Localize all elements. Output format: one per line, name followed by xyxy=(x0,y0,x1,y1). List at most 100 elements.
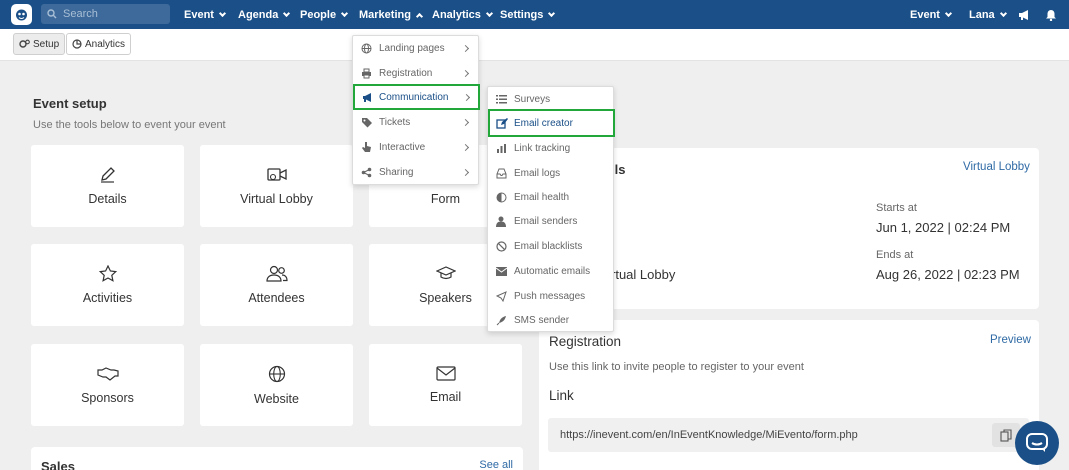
tab-setup[interactable]: Setup xyxy=(13,33,66,55)
tile-website[interactable]: Website xyxy=(200,344,353,426)
nav-marketing[interactable]: Marketing xyxy=(359,0,424,29)
tile-attendees[interactable]: Attendees xyxy=(200,244,353,326)
registration-link-field[interactable]: https://inevent.com/en/InEventKnowledge/… xyxy=(548,418,1029,452)
registration-card: Registration Preview Use this link to in… xyxy=(539,320,1039,470)
menu-item-registration[interactable]: Registration xyxy=(353,61,478,85)
user-icon xyxy=(496,216,506,227)
pie-chart-icon xyxy=(72,39,82,49)
printer-icon xyxy=(362,68,371,78)
ban-icon xyxy=(496,240,507,252)
event-details-card: ils Virtual Lobby Starts at Jun 1, 2022 … xyxy=(539,148,1039,309)
registration-description: Use this link to invite people to regist… xyxy=(549,361,804,373)
tile-activities[interactable]: Activities xyxy=(31,244,184,326)
registration-title: Registration xyxy=(549,334,622,349)
chevron-down-icon xyxy=(341,9,349,17)
envelope-icon xyxy=(435,366,456,381)
virtual-lobby-link[interactable]: Virtual Lobby xyxy=(963,161,1030,173)
paper-plane-icon xyxy=(496,290,507,302)
chevron-right-icon xyxy=(461,118,470,126)
marketing-dropdown: Landing pages Registration Communication… xyxy=(352,35,480,185)
tile-email[interactable]: Email xyxy=(369,344,522,426)
chevron-down-icon xyxy=(283,9,291,17)
chevron-right-icon xyxy=(461,44,470,52)
menu-item-communication[interactable]: Communication xyxy=(353,84,480,110)
menu-item-link-tracking[interactable]: Link tracking xyxy=(488,136,613,160)
tag-icon xyxy=(362,117,372,127)
chat-bubble-icon xyxy=(1026,433,1048,452)
globe-icon xyxy=(361,43,372,53)
chevron-down-icon xyxy=(218,9,227,17)
megaphone-icon xyxy=(363,92,371,102)
chat-launcher-button[interactable] xyxy=(1015,421,1059,465)
top-navbar: Search Event Agenda People Marketing Ana… xyxy=(0,0,1069,29)
star-icon xyxy=(98,265,117,282)
preview-link[interactable]: Preview xyxy=(990,334,1031,346)
ends-value: Aug 26, 2022 | 02:23 PM xyxy=(876,267,1020,282)
video-icon xyxy=(266,168,287,181)
registration-link-url: https://inevent.com/en/InEventKnowledge/… xyxy=(560,429,858,441)
menu-item-email-logs[interactable]: Email logs xyxy=(488,161,613,185)
user-menu[interactable]: Lana xyxy=(969,0,1007,29)
announcement-button[interactable] xyxy=(1018,0,1031,29)
starts-label: Starts at xyxy=(876,202,917,214)
menu-item-landing-pages[interactable]: Landing pages xyxy=(353,36,478,60)
menu-item-email-blacklists[interactable]: Email blacklists xyxy=(488,234,613,258)
menu-item-sharing[interactable]: Sharing xyxy=(353,160,478,184)
bell-icon xyxy=(1046,9,1056,21)
tile-sponsors[interactable]: Sponsors xyxy=(31,344,184,426)
ends-label: Ends at xyxy=(876,249,914,261)
search-icon xyxy=(47,9,57,19)
menu-item-interactive[interactable]: Interactive xyxy=(353,135,478,159)
menu-item-tickets[interactable]: Tickets xyxy=(353,110,478,134)
globe-icon xyxy=(268,365,285,382)
rocket-icon xyxy=(496,315,506,325)
tab-analytics[interactable]: Analytics xyxy=(66,33,132,55)
pencil-icon xyxy=(101,167,115,183)
graduation-cap-icon xyxy=(435,266,456,280)
starts-value: Jun 1, 2022 | 02:24 PM xyxy=(876,220,1011,235)
tile-virtual-lobby[interactable]: Virtual Lobby xyxy=(200,145,353,227)
nav-settings[interactable]: Settings xyxy=(500,0,556,29)
menu-item-email-health[interactable]: Email health xyxy=(488,185,613,209)
envelope-icon xyxy=(496,266,507,276)
app-logo[interactable] xyxy=(11,4,32,25)
nav-people[interactable]: People xyxy=(300,0,349,29)
page-subtitle: Use the tools below to event your event xyxy=(33,119,226,131)
see-all-link[interactable]: See all xyxy=(479,459,513,470)
inbox-icon xyxy=(496,168,507,178)
menu-item-email-creator[interactable]: Email creator xyxy=(488,109,615,137)
nav-agenda[interactable]: Agenda xyxy=(238,0,291,29)
handshake-icon xyxy=(96,367,119,381)
chevron-right-icon xyxy=(461,69,470,77)
chevron-up-icon xyxy=(415,12,424,20)
nav-analytics[interactable]: Analytics xyxy=(432,0,493,29)
nav-event[interactable]: Event xyxy=(184,0,227,29)
bar-chart-icon xyxy=(497,143,506,153)
menu-item-sms-sender[interactable]: SMS sender xyxy=(488,308,613,332)
menu-item-email-senders[interactable]: Email senders xyxy=(488,209,613,233)
menu-item-surveys[interactable]: Surveys xyxy=(488,87,613,111)
tile-details[interactable]: Details xyxy=(31,145,184,227)
menu-item-automatic-emails[interactable]: Automatic emails xyxy=(488,259,613,283)
megaphone-icon xyxy=(1019,9,1028,20)
sub-toolbar: Setup Analytics xyxy=(0,29,1069,61)
chevron-right-icon xyxy=(461,168,470,176)
chevron-down-icon xyxy=(485,9,493,17)
edit-icon xyxy=(496,117,508,129)
chevron-right-icon xyxy=(462,93,471,101)
link-label: Link xyxy=(549,388,574,403)
search-input[interactable]: Search xyxy=(41,4,170,24)
list-icon xyxy=(496,95,507,104)
chevron-right-icon xyxy=(461,143,470,151)
search-placeholder: Search xyxy=(63,8,98,20)
location-value: rtual Lobby xyxy=(611,267,676,282)
menu-item-push-messages[interactable]: Push messages xyxy=(488,284,613,308)
users-icon xyxy=(265,265,288,282)
page-title: Event setup xyxy=(33,96,107,111)
notifications-button[interactable] xyxy=(1045,0,1057,29)
sales-card: Sales See all xyxy=(31,447,523,470)
event-selector[interactable]: Event xyxy=(910,0,953,29)
hand-pointer-icon xyxy=(362,142,371,152)
copy-icon xyxy=(1000,428,1012,442)
chevron-down-icon xyxy=(999,9,1007,17)
